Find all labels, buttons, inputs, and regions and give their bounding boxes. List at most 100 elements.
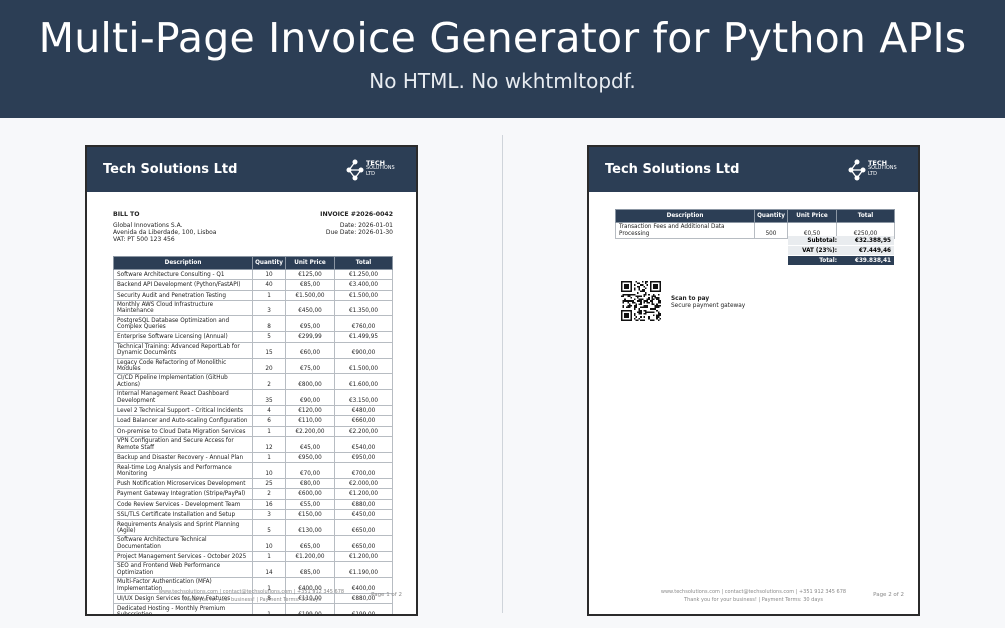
item-quantity: 10 xyxy=(252,268,286,281)
table-row: Security Audit and Penetration Testing 1 €… xyxy=(113,289,393,301)
item-unit-price: €450,00 xyxy=(285,299,335,317)
subtotal-label: Subtotal: xyxy=(788,236,839,245)
table-row: Project Management Services - October 20… xyxy=(113,550,393,563)
items-body: Software Architecture Consulting - Q1 10 €… xyxy=(113,268,393,614)
vat-label: VAT (23%): xyxy=(788,246,839,255)
payment-info: Scan to pay Secure payment gateway xyxy=(671,296,745,310)
table-row: Payment Gateway Integration (Stripe/PayP… xyxy=(113,488,393,500)
page-header: Tech Solutions Ltd TECH SOLUTIONS LTD xyxy=(589,147,918,192)
item-quantity: 10 xyxy=(252,462,286,480)
item-total: €3.400,00 xyxy=(334,279,393,291)
item-total: €1.499,95 xyxy=(334,331,393,343)
item-total: €880,00 xyxy=(334,498,393,511)
item-unit-price: €800,00 xyxy=(285,373,335,390)
item-total: €650,00 xyxy=(334,519,393,537)
billing-info: BILL TO Global Innovations S.A. Avenida … xyxy=(113,211,393,243)
item-quantity: 16 xyxy=(252,498,286,511)
item-total: €1.200,00 xyxy=(334,488,393,500)
item-quantity: 35 xyxy=(252,388,286,406)
item-unit-price: €120,00 xyxy=(285,404,335,417)
item-quantity: 14 xyxy=(252,561,286,578)
item-description: PostgreSQL Database Optimization and Com… xyxy=(113,315,253,333)
item-description: Technical Training: Advanced ReportLab f… xyxy=(113,341,253,359)
table-row: Load Balancer and Auto-scaling Configura… xyxy=(113,415,393,427)
item-unit-price: €600,00 xyxy=(285,488,335,500)
item-unit-price: €2.200,00 xyxy=(285,425,335,437)
banner-subtitle: No HTML. No wkhtmltopdf. xyxy=(369,69,636,93)
item-total: €199,00 xyxy=(334,603,393,614)
item-description: Software Architecture Consulting - Q1 xyxy=(113,268,253,281)
item-description: Backup and Disaster Recovery - Annual Pl… xyxy=(113,451,253,464)
page-footer: www.techsolutions.com | contact@techsolu… xyxy=(87,588,416,604)
item-unit-price: €125,00 xyxy=(285,268,335,281)
page-divider xyxy=(502,135,503,613)
banner-title: Multi-Page Invoice Generator for Python … xyxy=(38,14,967,62)
item-unit-price: €60,00 xyxy=(285,341,335,359)
invoice-page-2: Tech Solutions Ltd TECH SOLUTIONS LTD De… xyxy=(587,145,920,616)
item-unit-price: €45,00 xyxy=(285,435,335,453)
item-description: Push Notification Microservices Developm… xyxy=(113,478,253,490)
item-quantity: 5 xyxy=(252,519,286,537)
table-row: Level 2 Technical Support - Critical Inc… xyxy=(113,404,393,417)
scan-subtext: Secure payment gateway xyxy=(671,303,746,309)
item-unit-price: €80,00 xyxy=(285,478,335,490)
scan-label: Scan to pay xyxy=(671,296,710,302)
item-description: On-premise to Cloud Data Migration Servi… xyxy=(113,425,253,437)
table-row: VPN Configuration and Secure Access for … xyxy=(113,435,393,453)
table-row: Real-time Log Analysis and Performance M… xyxy=(113,462,393,480)
table-row: SSL/TLS Certificate Installation and Set… xyxy=(113,509,393,521)
item-total: €1.350,00 xyxy=(334,299,393,317)
invoice-date: Date: 2026-01-01 xyxy=(339,222,393,229)
item-total: €2.200,00 xyxy=(334,425,393,437)
item-quantity: 12 xyxy=(252,435,286,453)
page-header: Tech Solutions Ltd TECH SOLUTIONS LTD xyxy=(87,147,416,192)
col-unit-price: Unit Price xyxy=(787,209,837,223)
item-description: CI/CD Pipeline Implementation (GitHub Ac… xyxy=(113,373,253,390)
item-description: Legacy Code Refactoring of Monolithic Mo… xyxy=(113,357,253,375)
item-description: Level 2 Technical Support - Critical Inc… xyxy=(113,404,253,417)
table-row: Legacy Code Refactoring of Monolithic Mo… xyxy=(113,357,393,375)
item-quantity: 1 xyxy=(252,451,286,464)
item-total: €3.150,00 xyxy=(334,388,393,406)
item-quantity: 2 xyxy=(252,488,286,500)
table-row: SEO and Frontend Web Performance Optimiz… xyxy=(113,561,393,578)
item-quantity: 8 xyxy=(252,315,286,333)
client-vat: VAT: PT 500 123 456 xyxy=(113,236,175,243)
item-description: Enterprise Software Licensing (Annual) xyxy=(113,331,253,343)
item-total: €1.500,00 xyxy=(334,289,393,301)
logo-line3: LTD xyxy=(366,170,376,177)
item-quantity: 3 xyxy=(252,299,286,317)
item-unit-price: €130,00 xyxy=(285,519,335,537)
table-row: Software Architecture Technical Document… xyxy=(113,535,393,552)
client-name: Global Innovations S.A. xyxy=(113,222,183,229)
item-quantity: 10 xyxy=(252,535,286,552)
table-row: On-premise to Cloud Data Migration Servi… xyxy=(113,425,393,437)
qr-code-icon[interactable] xyxy=(621,281,661,321)
banner: Multi-Page Invoice Generator for Python … xyxy=(0,0,1005,118)
invoice-page-1: Tech Solutions Ltd TECH SOLUTIONS LTD BI… xyxy=(85,145,418,616)
page-number: Page 1 of 2 xyxy=(371,592,402,598)
item-total: €950,00 xyxy=(334,451,393,464)
item-unit-price: €85,00 xyxy=(285,279,335,291)
item-total: €1.500,00 xyxy=(334,357,393,375)
item-total: €540,00 xyxy=(334,435,393,453)
item-quantity: 25 xyxy=(252,478,286,490)
table-row: Code Review Services - Development Team 1… xyxy=(113,498,393,511)
item-description: Real-time Log Analysis and Performance M… xyxy=(113,462,253,480)
network-nodes-icon xyxy=(346,159,364,181)
item-description: SSL/TLS Certificate Installation and Set… xyxy=(113,509,253,521)
item-total: €1.190,00 xyxy=(334,561,393,578)
item-unit-price: €150,00 xyxy=(285,509,335,521)
footer-contact: www.techsolutions.com | contact@techsolu… xyxy=(660,589,847,595)
table-row: Dedicated Hosting - Monthly Premium Subs… xyxy=(113,603,393,614)
table-header-row: Description Quantity Unit Price Total xyxy=(113,256,393,270)
company-name: Tech Solutions Ltd xyxy=(605,162,740,177)
item-total: €450,00 xyxy=(334,509,393,521)
table-row: Push Notification Microservices Developm… xyxy=(113,478,393,490)
page-footer: www.techsolutions.com | contact@techsolu… xyxy=(589,588,918,604)
item-quantity: 2 xyxy=(252,373,286,390)
item-quantity: 4 xyxy=(252,404,286,417)
item-unit-price: €95,00 xyxy=(285,315,335,333)
item-unit-price: €1.200,00 xyxy=(285,550,335,563)
col-total: Total xyxy=(836,209,895,223)
